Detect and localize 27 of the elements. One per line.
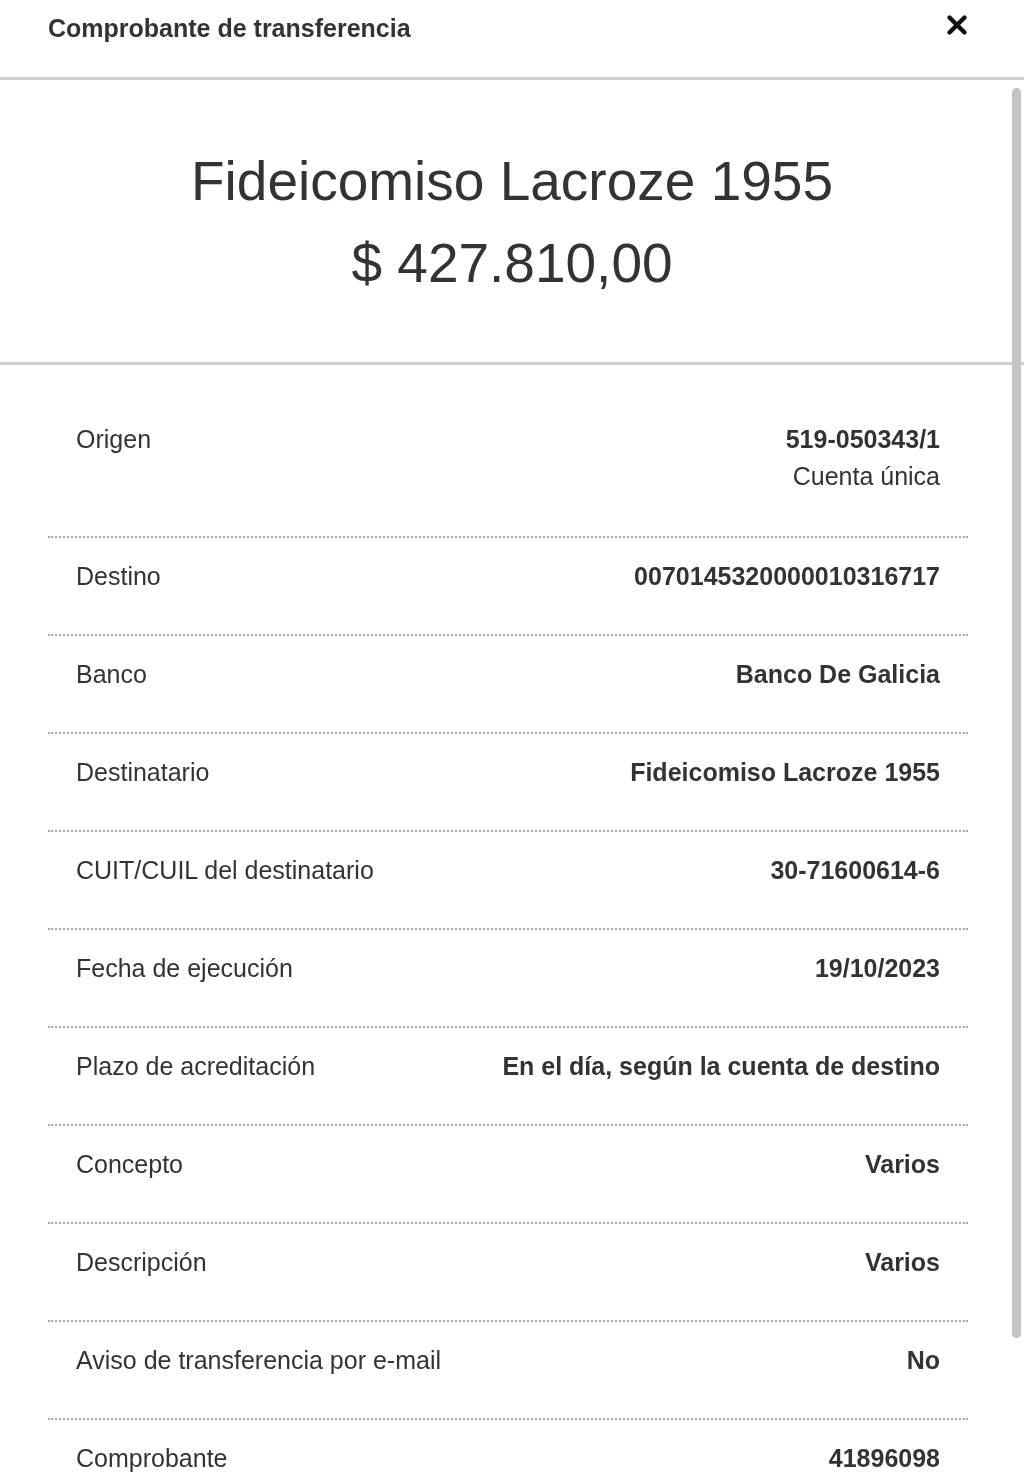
scrollbar-thumb[interactable] [1012, 88, 1021, 1338]
field-label: Origen [76, 425, 152, 454]
field-label: Plazo de acreditación [76, 1052, 316, 1081]
field-label: CUIT/CUIL del destinatario [76, 856, 374, 885]
field-label: Destinatario [76, 758, 210, 787]
field-value: Varios [864, 1248, 940, 1277]
amount: $ 427.810,00 [351, 233, 673, 294]
field-label: Destino [76, 562, 161, 591]
field-label: Fecha de ejecución [76, 954, 293, 983]
field-label: Banco [76, 660, 147, 689]
field-label: Aviso de transferencia por e-mail [76, 1346, 441, 1375]
field-value: 30-71600614-6 [770, 856, 940, 885]
field-label: Concepto [76, 1150, 184, 1179]
field-value: 0070145320000010316717 [634, 562, 940, 591]
field-value: Banco De Galicia [735, 660, 940, 689]
field-value: Varios [864, 1150, 940, 1179]
field-value: 41896098 [828, 1444, 940, 1473]
field-value: No [906, 1346, 940, 1375]
field-label: Comprobante [76, 1444, 228, 1473]
field-label: Descripción [76, 1248, 207, 1277]
field-value: En el día, según la cuenta de destino [502, 1052, 940, 1081]
recipient-name: Fideicomiso Lacroze 1955 [191, 150, 833, 211]
field-value: Fideicomiso Lacroze 1955 [630, 758, 940, 787]
field-value: 519-050343/1 [785, 425, 940, 454]
dialog-title: Comprobante de transferencia [48, 14, 411, 43]
field-detail: Cuenta única [792, 462, 940, 491]
field-value: 19/10/2023 [814, 954, 940, 983]
